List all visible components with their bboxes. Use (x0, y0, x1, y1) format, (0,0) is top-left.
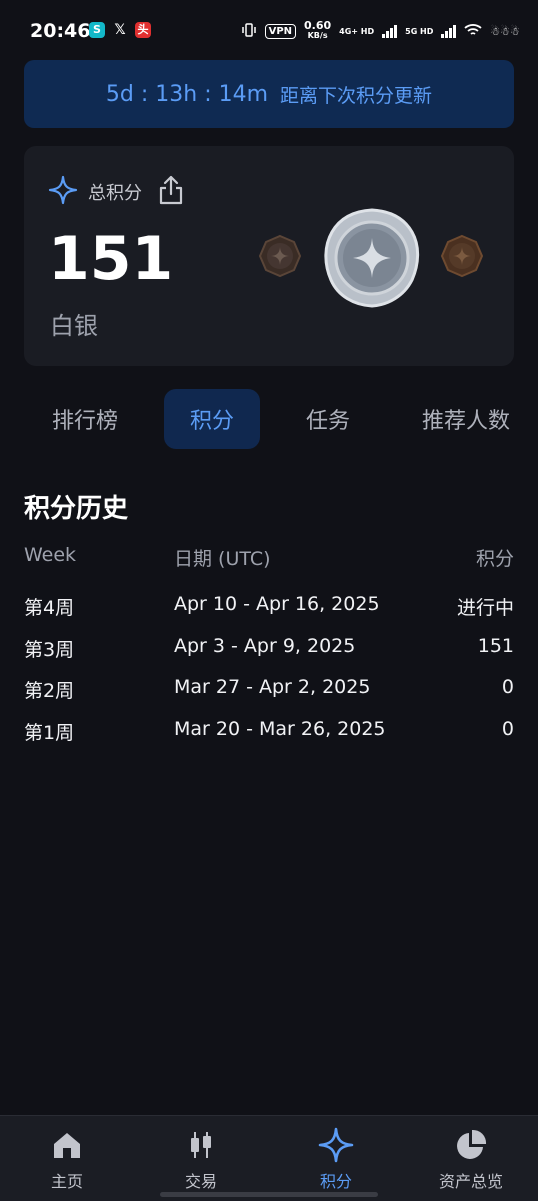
nav-points[interactable]: 积分 (269, 1127, 403, 1192)
countdown-label: 距离下次积分更新 (280, 84, 433, 107)
tab-bar: 排行榜 积分 任务 推荐人数 (24, 388, 514, 450)
x-app-icon: 𝕏 (114, 22, 126, 38)
nav-home-label: 主页 (50, 1172, 83, 1191)
column-points: 积分 (475, 548, 514, 570)
network-speed: 0.60 KB/s (304, 19, 332, 40)
row-week: 第3周 (24, 639, 75, 661)
row-points: 进行中 (456, 597, 514, 619)
signal-icon (382, 24, 398, 38)
bronze-medal-icon (440, 234, 484, 282)
tab-referrals[interactable]: 推荐人数 (396, 389, 514, 449)
notification-icons: ☃☃☃ (490, 24, 520, 38)
pie-chart-icon (404, 1128, 538, 1162)
row-points: 151 (477, 635, 514, 657)
points-history-title: 积分历史 (24, 494, 129, 524)
nav-assets-label: 资产总览 (438, 1172, 503, 1191)
network-type-1: 4G+ HD (339, 26, 375, 36)
countdown-timer: 5d : 13h : 14m (105, 81, 269, 107)
total-points-label: 总积分 (88, 183, 142, 204)
bronze-medal-icon (258, 234, 302, 282)
nav-trade[interactable]: 交易 (134, 1128, 268, 1192)
tab-leaderboard[interactable]: 排行榜 (24, 389, 144, 449)
news-app-icon: 头 (135, 22, 151, 38)
nav-trade-label: 交易 (184, 1172, 217, 1191)
status-time: 20:46 (30, 20, 91, 42)
signal-icon (441, 24, 457, 38)
network-type-2: 5G HD (405, 26, 434, 36)
row-week: 第4周 (24, 597, 75, 619)
row-week: 第1周 (24, 722, 75, 744)
row-points: 0 (501, 676, 514, 698)
vpn-badge: VPN (264, 23, 297, 39)
vibrate-icon (241, 22, 257, 40)
nav-assets[interactable]: 资产总览 (404, 1128, 538, 1192)
column-date: 日期 (UTC) (174, 548, 271, 570)
silver-medal-icon (320, 206, 424, 314)
nav-home[interactable]: 主页 (0, 1128, 134, 1192)
points-card: 总积分 151 白银 (24, 146, 514, 366)
app-notification-icon: S (89, 22, 105, 38)
status-icons: VPN 0.60 KB/s 4G+ HD 5G HD ☃☃☃ (241, 19, 520, 41)
row-date: Mar 27 - Apr 2, 2025 (174, 676, 371, 698)
tab-tasks[interactable]: 任务 (280, 389, 376, 449)
candlestick-icon (134, 1128, 268, 1162)
total-points-value: 151 (48, 224, 174, 294)
nav-points-label: 积分 (319, 1172, 352, 1191)
row-date: Mar 20 - Mar 26, 2025 (174, 718, 386, 740)
share-icon[interactable] (158, 174, 184, 210)
wifi-icon (464, 23, 483, 40)
row-date: Apr 3 - Apr 9, 2025 (174, 635, 356, 657)
countdown-banner: 5d : 13h : 14m 距离下次积分更新 (24, 60, 514, 128)
row-week: 第2周 (24, 680, 75, 702)
row-date: Apr 10 - Apr 16, 2025 (174, 593, 380, 615)
row-points: 0 (501, 718, 514, 740)
tier-label: 白银 (50, 312, 98, 340)
bottom-nav: 主页 交易 积分 资产总览 (0, 1115, 538, 1201)
column-week: Week (24, 544, 77, 566)
status-bar: 20:46 S 𝕏 头 VPN 0.60 KB/s 4G+ HD 5G HD ☃☃… (0, 0, 538, 62)
sparkle-icon (48, 175, 78, 209)
home-icon (0, 1128, 134, 1162)
sparkle-icon (269, 1127, 403, 1163)
tab-points[interactable]: 积分 (163, 389, 260, 449)
home-indicator[interactable] (160, 1192, 378, 1197)
